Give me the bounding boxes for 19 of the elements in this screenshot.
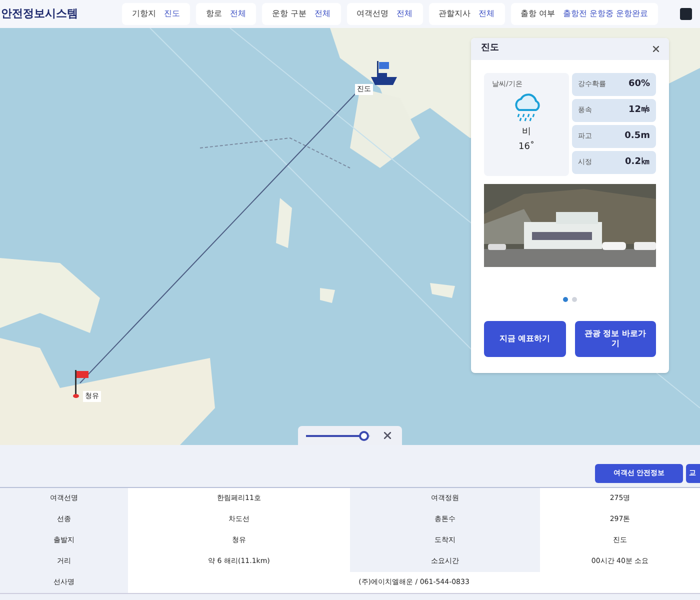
filter-text: 진도 xyxy=(164,8,180,20)
filter-text: 전체 xyxy=(314,8,331,20)
filter-text: 출항전 운항중 운항완료 xyxy=(563,8,648,20)
filter-button[interactable]: 기항지 진도 xyxy=(122,3,190,25)
site-logo[interactable]: 안전정보시스템 xyxy=(1,6,78,22)
filter-button[interactable]: 운항 구분 전체 xyxy=(262,3,341,25)
filter-button[interactable]: 항로 전체 xyxy=(196,3,256,25)
filter-text: 운항 구분 xyxy=(272,8,307,20)
filter-button[interactable]: 관할지사 전체 xyxy=(428,3,505,25)
filter-text: 전체 xyxy=(396,8,413,20)
filter-text: 전체 xyxy=(230,8,246,20)
filter-text: 전체 xyxy=(478,8,495,20)
filter-text: 출항 여부 xyxy=(520,8,556,20)
filter-button[interactable]: 여객선명 전체 xyxy=(346,3,423,25)
filter-text: 기항지 xyxy=(132,8,156,20)
filter-text: 항로 xyxy=(206,8,222,20)
filter-button[interactable]: 출항 여부 출항전 운항중 운항완료 xyxy=(510,3,658,25)
filter-text: 여객선명 xyxy=(356,8,389,20)
filter-text: 관할지사 xyxy=(438,8,471,20)
